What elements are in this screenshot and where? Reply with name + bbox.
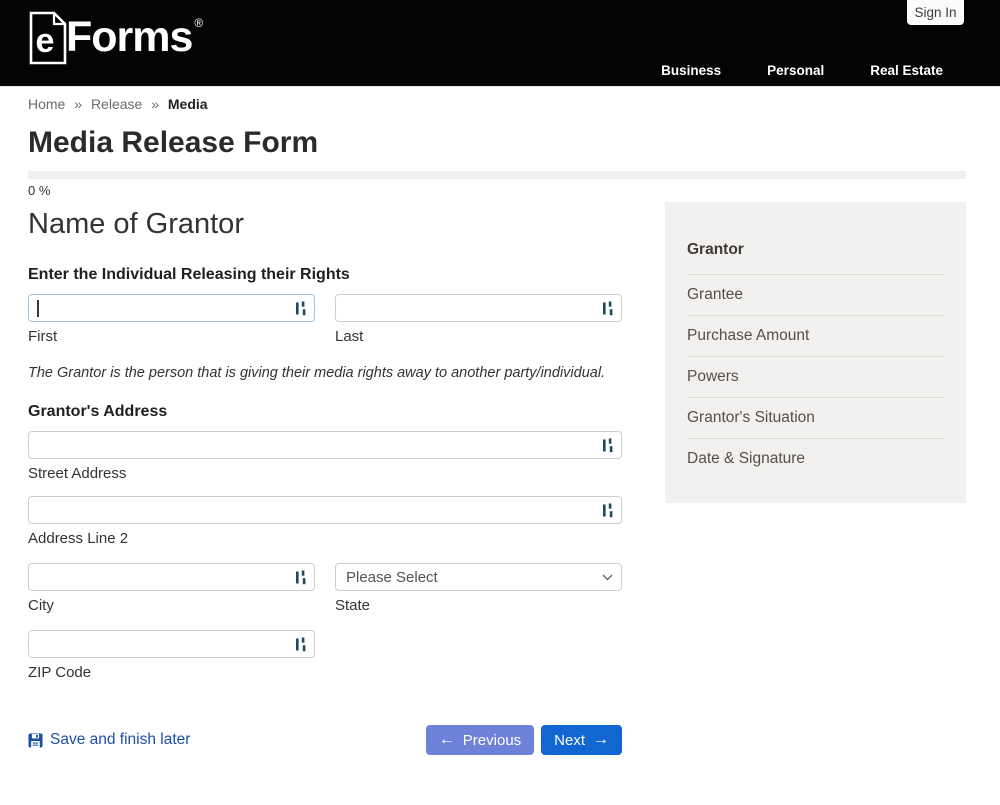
name-question-label: Enter the Individual Releasing their Rig… (28, 266, 350, 283)
sidebar-item-grantee[interactable]: Grantee (687, 275, 944, 316)
save-finish-later-link[interactable]: Save and finish later (28, 731, 190, 749)
address-section-label: Grantor's Address (28, 403, 168, 420)
previous-label: Previous (462, 731, 522, 749)
main-nav: Business Personal Real Estate (661, 63, 943, 78)
zip-code-input[interactable] (28, 630, 315, 658)
sidebar-item-powers[interactable]: Powers (687, 357, 944, 398)
text-caret (37, 300, 39, 317)
grantor-note: The Grantor is the person that is giving… (28, 365, 606, 381)
address-line2-input[interactable] (28, 496, 622, 524)
city-input[interactable] (28, 563, 315, 591)
breadcrumb-separator: » (151, 96, 159, 112)
page-title: Media Release Form (28, 126, 319, 159)
sidebar-item-purchase-amount[interactable]: Purchase Amount (687, 316, 944, 357)
arrow-right-icon: → (593, 731, 609, 748)
last-name-input[interactable] (335, 294, 622, 322)
breadcrumb-home[interactable]: Home (28, 96, 65, 112)
first-name-label: First (28, 328, 58, 345)
nav-personal[interactable]: Personal (767, 63, 824, 78)
sidebar-item-grantors-situation[interactable]: Grantor's Situation (687, 398, 944, 439)
sidebar-item-grantor[interactable]: Grantor (687, 227, 944, 275)
breadcrumb-current: Media (167, 96, 208, 112)
sign-in-button[interactable]: Sign In (907, 0, 964, 25)
state-select[interactable]: Please Select (335, 563, 622, 591)
progress-bar (28, 171, 966, 179)
next-label: Next (554, 731, 585, 749)
progress-percent: 0 % (28, 183, 51, 198)
breadcrumb-release[interactable]: Release (91, 96, 142, 112)
breadcrumb: Home » Release » Media (28, 96, 966, 112)
arrow-left-icon: ← (438, 731, 455, 748)
eforms-logo[interactable]: e Forms ® (28, 11, 203, 65)
next-button[interactable]: Next → (541, 725, 622, 755)
logo-text: Forms (66, 13, 193, 61)
last-name-label: Last (335, 328, 364, 345)
document-icon: e (29, 11, 67, 65)
nav-real-estate[interactable]: Real Estate (870, 63, 943, 78)
street-address-label: Street Address (28, 465, 127, 482)
street-address-input[interactable] (28, 431, 622, 459)
step-title: Name of Grantor (28, 208, 244, 240)
previous-button[interactable]: ← Previous (425, 725, 535, 755)
city-label: City (28, 597, 54, 614)
logo-letter: e (36, 22, 55, 60)
site-header: e Forms ® Sign In Business Personal Real… (0, 0, 1000, 87)
steps-sidebar: Grantor Grantee Purchase Amount Powers G… (665, 202, 966, 503)
zip-code-label: ZIP Code (28, 664, 92, 681)
save-link-label: Save and finish later (50, 731, 191, 748)
nav-business[interactable]: Business (661, 63, 721, 78)
breadcrumb-separator: » (74, 96, 83, 112)
address-line2-label: Address Line 2 (28, 530, 129, 547)
registered-mark: ® (194, 16, 204, 30)
state-label: State (335, 597, 371, 614)
sidebar-item-date-signature[interactable]: Date & Signature (687, 439, 944, 479)
save-floppy-icon (28, 732, 43, 748)
first-name-input[interactable] (28, 294, 315, 322)
